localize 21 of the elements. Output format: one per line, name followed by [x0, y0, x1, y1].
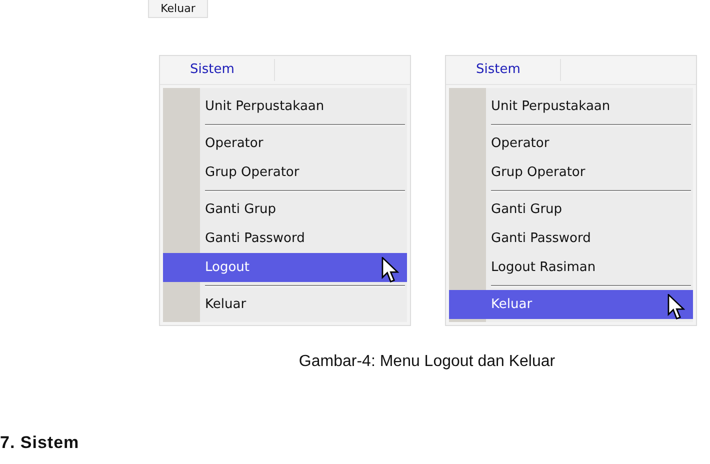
pointer-icon [667, 294, 685, 320]
menu-item[interactable]: Keluar [449, 290, 693, 319]
menu-title[interactable]: Sistem [190, 59, 276, 81]
section-heading: 7. Sistem [0, 433, 80, 453]
menu-item[interactable]: Keluar [163, 290, 407, 319]
menu-item[interactable]: Ganti Password [163, 224, 407, 253]
figure-caption: Gambar-4: Menu Logout dan Keluar [298, 353, 556, 370]
menu-item[interactable]: Operator [449, 129, 693, 158]
menu-item[interactable]: Ganti Grup [449, 195, 693, 224]
menu-item[interactable]: Grup Operator [163, 158, 407, 187]
menu-item[interactable]: Unit Perpustakaan [163, 92, 407, 121]
exit-button[interactable]: Keluar [148, 0, 208, 18]
menu-item[interactable]: Ganti Grup [163, 195, 407, 224]
menu-item[interactable]: Ganti Password [449, 224, 693, 253]
pointer-icon [381, 257, 399, 283]
menu-item[interactable]: Grup Operator [449, 158, 693, 187]
menu-item[interactable]: Logout [163, 253, 407, 282]
menu-title[interactable]: Sistem [476, 59, 562, 81]
menu-item[interactable]: Operator [163, 129, 407, 158]
menu-item[interactable]: Logout Rasiman [449, 253, 693, 282]
menu-item[interactable]: Unit Perpustakaan [449, 92, 693, 121]
